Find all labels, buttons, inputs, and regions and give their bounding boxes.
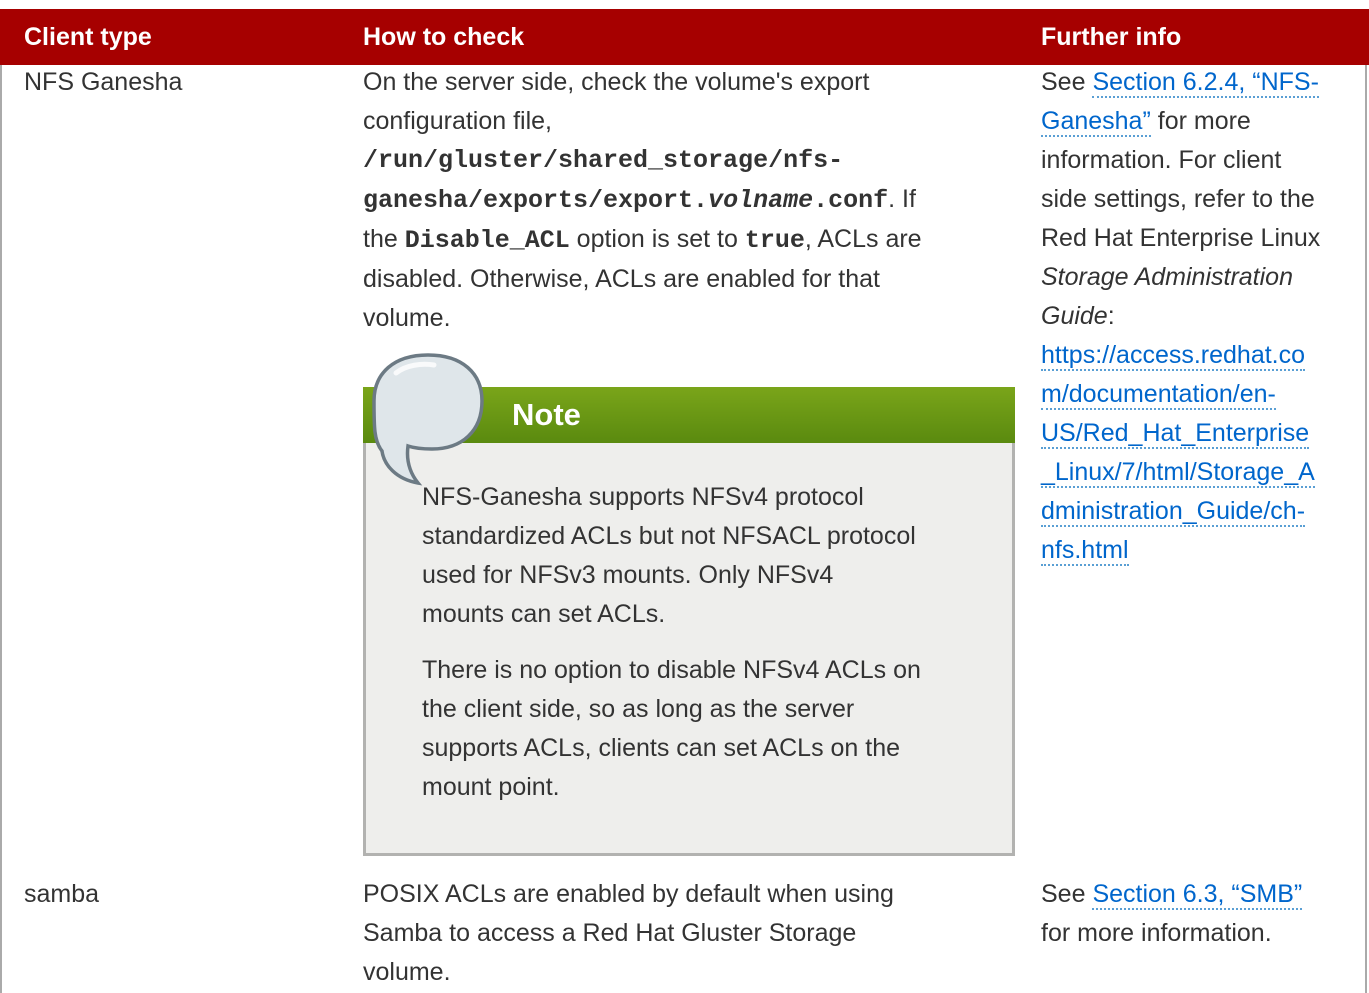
note-paragraph-1: NFS-Ganesha supports NFSv4 protocol stan… — [422, 478, 916, 634]
row2-check-line: Samba to access a Red Hat Gluster Storag… — [363, 919, 857, 947]
note-line: standardized ACLs but not NFSACL protoco… — [422, 522, 916, 550]
section-6-3-smb-link[interactable]: Section 6.3, “SMB” — [1092, 880, 1303, 910]
row1-check-line: the Disable_ACL option is set to true, A… — [363, 225, 922, 255]
storage-guide-url-link[interactable]: _Linux/7/html/Storage_A — [1041, 458, 1315, 488]
option-name: Disable_ACL — [404, 226, 570, 255]
row2-how-to-check: POSIX ACLs are enabled by default when u… — [363, 875, 1013, 992]
info-line: information. For client — [1041, 146, 1282, 174]
row2-check-line: volume. — [363, 958, 451, 986]
note-line: supports ACLs, clients can set ACLs on t… — [422, 734, 901, 762]
row1-check-line: disabled. Otherwise, ACLs are enabled fo… — [363, 265, 880, 293]
note-line: mounts can set ACLs. — [422, 600, 666, 628]
note-line: the client side, so as long as the serve… — [422, 695, 855, 723]
note-line: used for NFSv3 mounts. Only NFSv4 — [422, 561, 834, 589]
guide-title: Storage Administration — [1041, 263, 1293, 291]
storage-guide-url-link[interactable]: nfs.html — [1041, 536, 1129, 566]
table-header: Client type How to check Further info — [0, 9, 1369, 65]
storage-guide-url-link[interactable]: US/Red_Hat_Enterprise — [1041, 419, 1310, 449]
note-line: NFS-Ganesha supports NFSv4 protocol — [422, 483, 864, 511]
info-line: for more information. — [1041, 919, 1272, 947]
section-6-2-4-link[interactable]: Section 6.2.4, “NFS- — [1092, 68, 1319, 98]
section-6-2-4-link-cont[interactable]: Ganesha” — [1041, 107, 1151, 137]
config-file-path-1: /run/gluster/shared_storage/nfs- — [363, 146, 844, 175]
row1-check-line: configuration file, — [363, 107, 553, 135]
info-line: Red Hat Enterprise Linux — [1041, 224, 1321, 252]
row2-check-line: POSIX ACLs are enabled by default when u… — [363, 880, 894, 908]
header-how-to-check: How to check — [363, 23, 525, 51]
note-line: mount point. — [422, 773, 560, 801]
note-paragraph-2: There is no option to disable NFSv4 ACLs… — [422, 651, 921, 807]
row1-check-line: volume. — [363, 304, 451, 332]
row2-further-info: See Section 6.3, “SMB” for more informat… — [1041, 875, 1361, 953]
row1-check-line: On the server side, check the volume's e… — [363, 68, 870, 96]
config-file-path-2: ganesha/exports/export.volname.conf. If — [363, 185, 916, 215]
row2-client-type: samba — [24, 880, 100, 908]
header-client-type: Client type — [24, 23, 152, 51]
note-line: There is no option to disable NFSv4 ACLs… — [422, 656, 921, 684]
row1-further-info: See Section 6.2.4, “NFS- Ganesha” for mo… — [1041, 63, 1361, 570]
speech-bubble-icon — [372, 353, 484, 486]
note-title: Note — [512, 397, 581, 432]
row1-how-to-check: On the server side, check the volume's e… — [363, 63, 1013, 338]
guide-title: Guide — [1041, 302, 1108, 330]
row1-client-type: NFS Ganesha — [24, 68, 183, 96]
storage-guide-url-link[interactable]: dministration_Guide/ch- — [1041, 497, 1306, 527]
option-value: true — [744, 226, 805, 255]
storage-guide-url-link[interactable]: https://access.redhat.co — [1041, 341, 1306, 371]
storage-guide-url-link[interactable]: m/documentation/en- — [1041, 380, 1276, 410]
info-line: side settings, refer to the — [1041, 185, 1315, 213]
header-further-info: Further info — [1041, 23, 1182, 51]
